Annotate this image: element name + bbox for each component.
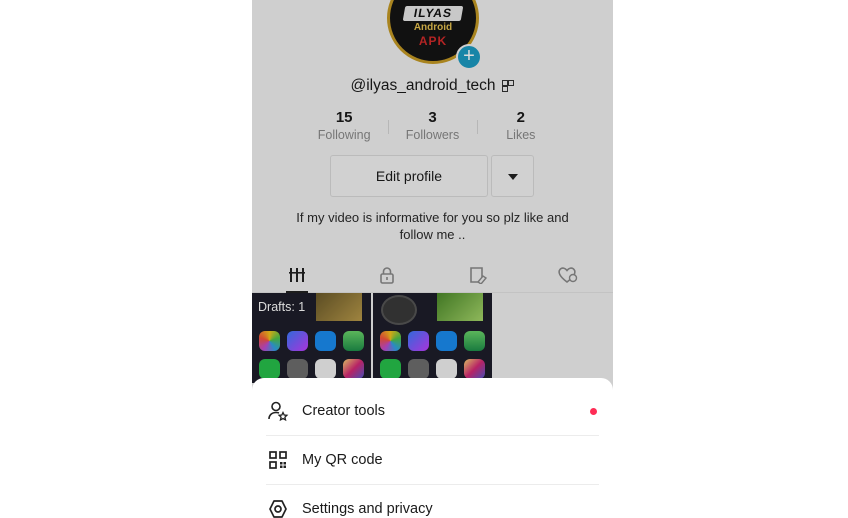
menu-item-settings-and-privacy[interactable]: Settings and privacy — [266, 485, 599, 518]
my-qr-code-label: My QR code — [302, 452, 383, 468]
menu-item-creator-tools[interactable]: Creator tools — [266, 387, 599, 435]
notification-dot — [590, 408, 597, 415]
qr-code-icon — [266, 448, 290, 472]
creator-tools-icon — [266, 399, 290, 423]
settings-gear-icon — [266, 497, 290, 518]
profile-menu-sheet: Creator tools My QR code Settings and pr… — [252, 378, 613, 518]
settings-and-privacy-label: Settings and privacy — [302, 501, 433, 517]
creator-tools-label: Creator tools — [302, 403, 386, 419]
menu-item-my-qr-code[interactable]: My QR code — [266, 436, 599, 484]
profile-screen: ILYAS Android APK + @ilyas_android_tech … — [252, 0, 613, 518]
